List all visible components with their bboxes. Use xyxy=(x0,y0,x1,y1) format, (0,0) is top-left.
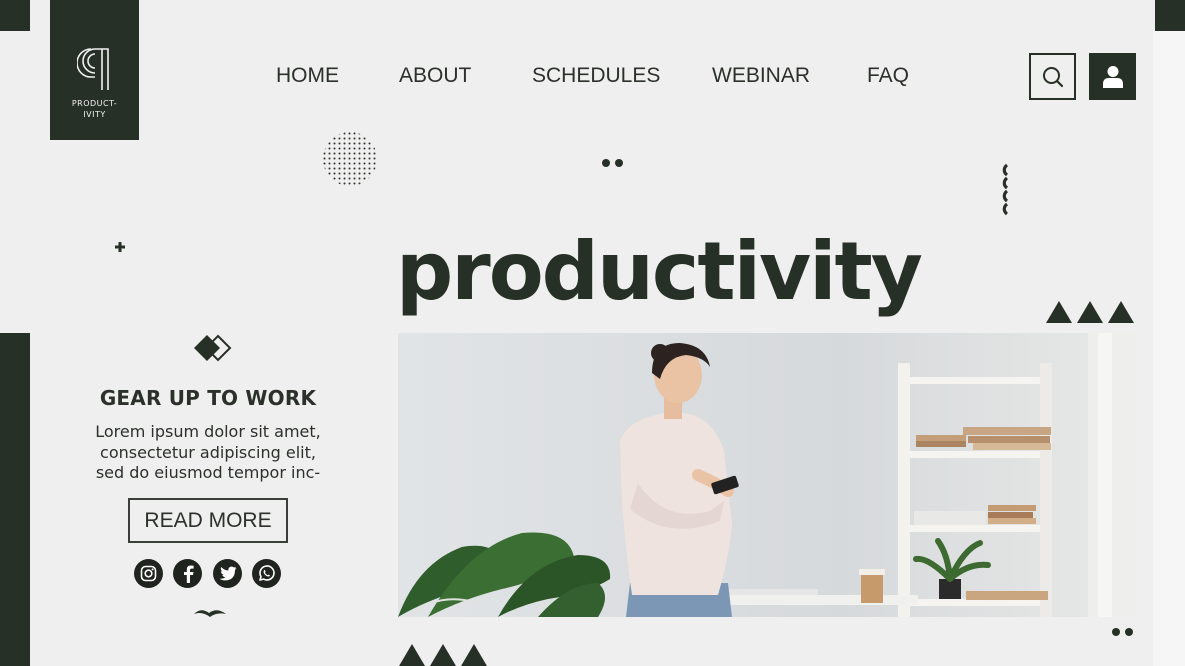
facebook-icon xyxy=(183,565,194,583)
two-dots-decoration-bottom-right xyxy=(1112,628,1133,636)
nav-item-faq[interactable]: FAQ xyxy=(867,64,909,88)
read-more-button[interactable]: READ MORE xyxy=(128,498,288,543)
logo-text: PRODUCT- IVITY xyxy=(71,99,118,119)
facebook-button[interactable] xyxy=(173,559,202,588)
two-dots-decoration xyxy=(602,159,623,167)
nav-link-home[interactable]: HOME xyxy=(276,64,339,87)
user-icon xyxy=(1102,65,1123,88)
whatsapp-button[interactable] xyxy=(252,559,281,588)
nav-item-webinar[interactable]: WEBINAR xyxy=(712,64,810,88)
search-button[interactable] xyxy=(1029,53,1076,100)
whatsapp-icon xyxy=(259,565,275,581)
twitter-icon xyxy=(219,566,236,581)
pilcrow-logo-icon xyxy=(76,48,109,90)
instagram-button[interactable] xyxy=(134,559,163,588)
nav-item-schedules[interactable]: SCHEDULES xyxy=(532,64,660,88)
frame-strip-left xyxy=(0,333,30,666)
frame-strip-top-left xyxy=(0,0,30,31)
right-frame-panel xyxy=(1153,31,1185,666)
hero-title: productivity xyxy=(396,225,923,318)
leaf-decoration xyxy=(194,610,226,617)
dotted-circle-decoration xyxy=(323,132,377,186)
nav-link-schedules[interactable]: SCHEDULES xyxy=(532,64,660,87)
arcs-decoration xyxy=(1002,163,1009,216)
hero-photo xyxy=(398,333,1136,617)
instagram-icon xyxy=(140,565,157,582)
office-woman-photo xyxy=(398,333,1136,617)
triangles-decoration-top-right xyxy=(1046,301,1134,323)
diamonds-icon xyxy=(194,334,232,362)
nav-link-webinar[interactable]: WEBINAR xyxy=(712,64,810,87)
nav-link-faq[interactable]: FAQ xyxy=(867,64,909,87)
promo-heading: GEAR UP TO WORK xyxy=(99,386,317,410)
user-account-button[interactable] xyxy=(1089,53,1136,100)
nav-link-about[interactable]: ABOUT xyxy=(399,64,471,87)
plus-decoration xyxy=(115,242,125,252)
triangles-decoration-bottom xyxy=(399,644,487,666)
frame-strip-top-right xyxy=(1155,0,1185,31)
twitter-button[interactable] xyxy=(213,559,242,588)
promo-body: Lorem ipsum dolor sit amet, consectetur … xyxy=(95,422,321,482)
nav-item-about[interactable]: ABOUT xyxy=(399,64,471,88)
search-icon xyxy=(1042,66,1063,87)
brand-logo[interactable]: PRODUCT- IVITY xyxy=(50,0,139,140)
nav-item-home[interactable]: HOME xyxy=(276,64,339,88)
